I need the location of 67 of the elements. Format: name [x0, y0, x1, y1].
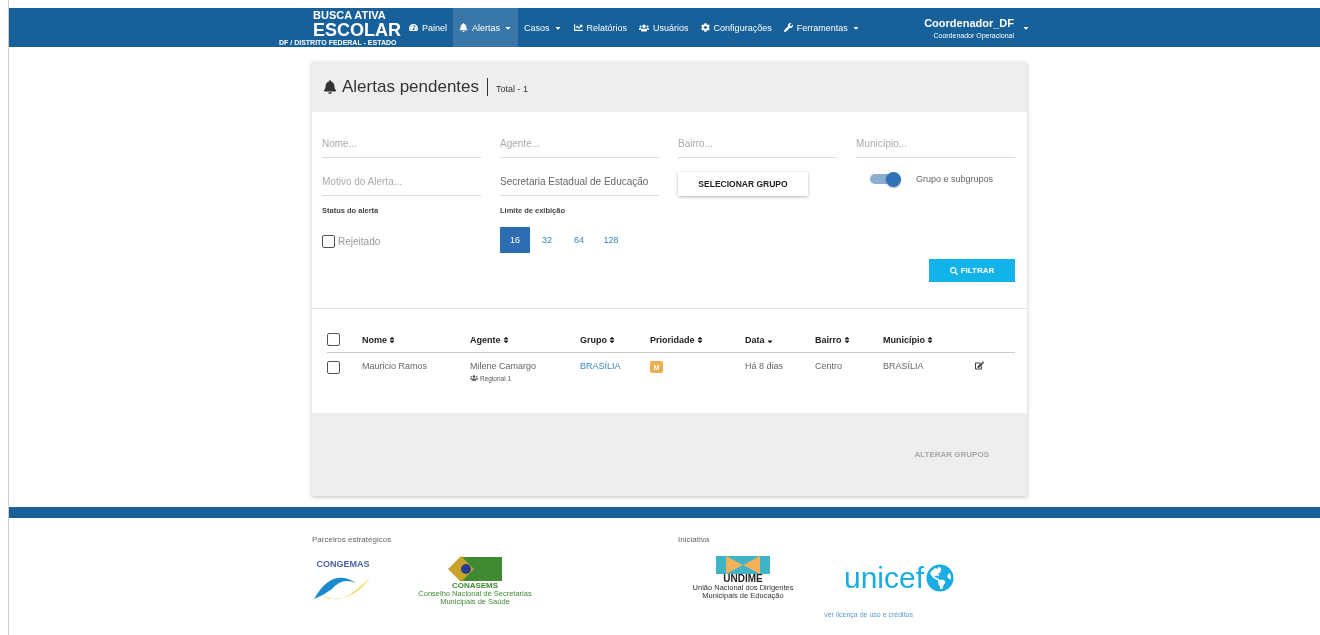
table-cell-text: BRASÍLIA	[883, 361, 925, 371]
total-count: Total - 1	[496, 83, 529, 94]
column-header[interactable]: Município	[883, 334, 975, 345]
select-group-button[interactable]: SELECIONAR GRUPO	[678, 172, 808, 196]
bell-icon	[323, 80, 337, 94]
limit-option[interactable]: 128	[596, 227, 626, 253]
sort-icon	[388, 335, 396, 344]
section-label: Iniciativa	[678, 535, 711, 544]
column-header[interactable]: Grupo	[580, 334, 650, 345]
nav-item[interactable]: Relatórios	[567, 8, 634, 47]
edit-icon[interactable]	[975, 361, 984, 370]
nav-item[interactable]: Painel	[403, 8, 454, 47]
sort-icon	[608, 335, 616, 344]
chart-icon	[573, 23, 583, 32]
column-header[interactable]: Prioridade	[650, 334, 745, 345]
column-header[interactable]: Nome	[362, 334, 470, 345]
table-cell-text: Milene Camargo	[470, 361, 538, 371]
sort-icon	[842, 335, 851, 344]
filter-field[interactable]: Município...	[856, 130, 1015, 158]
sort-icon	[501, 335, 510, 344]
nav-item[interactable]: Usuários	[633, 8, 695, 47]
wrench-icon	[783, 23, 793, 32]
column-header[interactable]: Bairro	[815, 334, 883, 345]
bell-icon	[459, 23, 469, 32]
card-title: Alertas pendentes	[342, 77, 480, 97]
sort-icon	[695, 335, 704, 344]
filter-field[interactable]: Motivo do Alerta...	[322, 168, 481, 196]
nav-item[interactable]: Casos	[518, 8, 568, 47]
dashboard-icon	[409, 23, 418, 32]
ribbon-logo-icon	[716, 556, 770, 574]
limit-option[interactable]: 64	[564, 227, 594, 253]
logo-text: unicef	[844, 561, 925, 596]
sort-icon	[926, 335, 934, 344]
diamond-logo-icon	[448, 556, 502, 582]
table-cell-text: Centro	[815, 361, 843, 371]
nav-item[interactable]: Ferramentas	[777, 8, 866, 47]
user-name[interactable]: Coordenador_DF	[924, 16, 1014, 29]
column-header[interactable]: Data	[745, 334, 815, 345]
table-cell-text: Há 8 dias	[745, 361, 785, 371]
group-toggle[interactable]	[870, 174, 900, 184]
section-label: Parceiros estratégicos	[312, 535, 393, 544]
users-icon	[639, 22, 650, 33]
group-link[interactable]: BRASÍLIA	[580, 361, 650, 371]
logo-text: UNDIME	[723, 574, 763, 584]
limit-option[interactable]: 32	[532, 227, 562, 253]
table-cell-text: Mauricio Ramos	[362, 361, 429, 371]
logo-text: CONGEMAS	[316, 559, 370, 569]
settings-icon	[700, 23, 710, 32]
select-all-checkbox[interactable]	[327, 333, 340, 346]
filter-field[interactable]: Bairro...	[678, 130, 837, 158]
row-checkbox[interactable]	[327, 361, 340, 374]
nav-item[interactable]: Alertas	[453, 8, 519, 47]
brand-title: ESCOLAR	[312, 20, 402, 39]
nav-item[interactable]: Configurações	[694, 8, 778, 47]
filter-field[interactable]: Agente...	[500, 130, 659, 158]
filter-field[interactable]: Nome...	[322, 130, 481, 158]
checkbox-label: Rejeitado	[338, 236, 381, 247]
brand-title: BUSCA ATIVA	[312, 9, 387, 21]
globe-icon	[926, 564, 955, 593]
limit-option[interactable]: 16	[500, 227, 530, 253]
column-header[interactable]: Agente	[470, 334, 580, 345]
search-icon	[949, 266, 958, 275]
users-icon	[470, 374, 478, 382]
filter-field[interactable]: Secretaria Estadual de Educação	[500, 168, 659, 196]
checkbox[interactable]	[322, 235, 335, 248]
toggle-label: Grupo e subgrupos	[916, 174, 994, 184]
logo-text: CONASEMS	[451, 582, 499, 590]
